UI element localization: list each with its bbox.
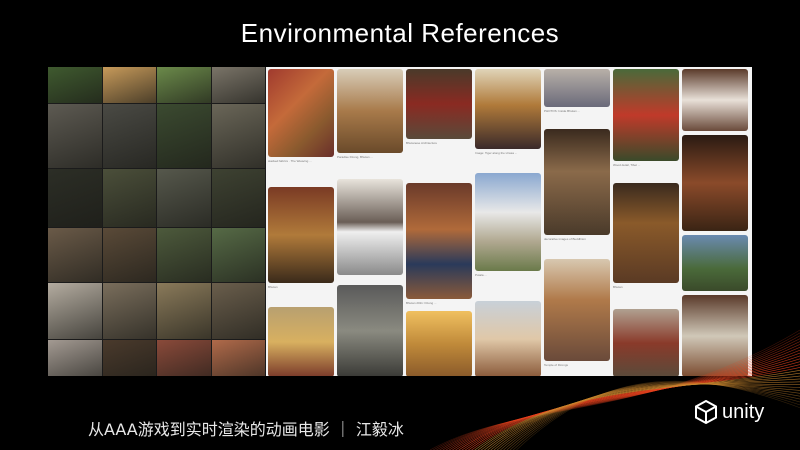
unity-wordmark: unity xyxy=(722,400,765,423)
decorative-swirl xyxy=(429,329,800,450)
unity-logo: unity xyxy=(694,400,764,424)
unity-cube-icon xyxy=(695,400,717,424)
slide-footer: 从AAA游戏到实时渲染的动画电影 ｜ 江毅冰 xyxy=(88,420,404,439)
